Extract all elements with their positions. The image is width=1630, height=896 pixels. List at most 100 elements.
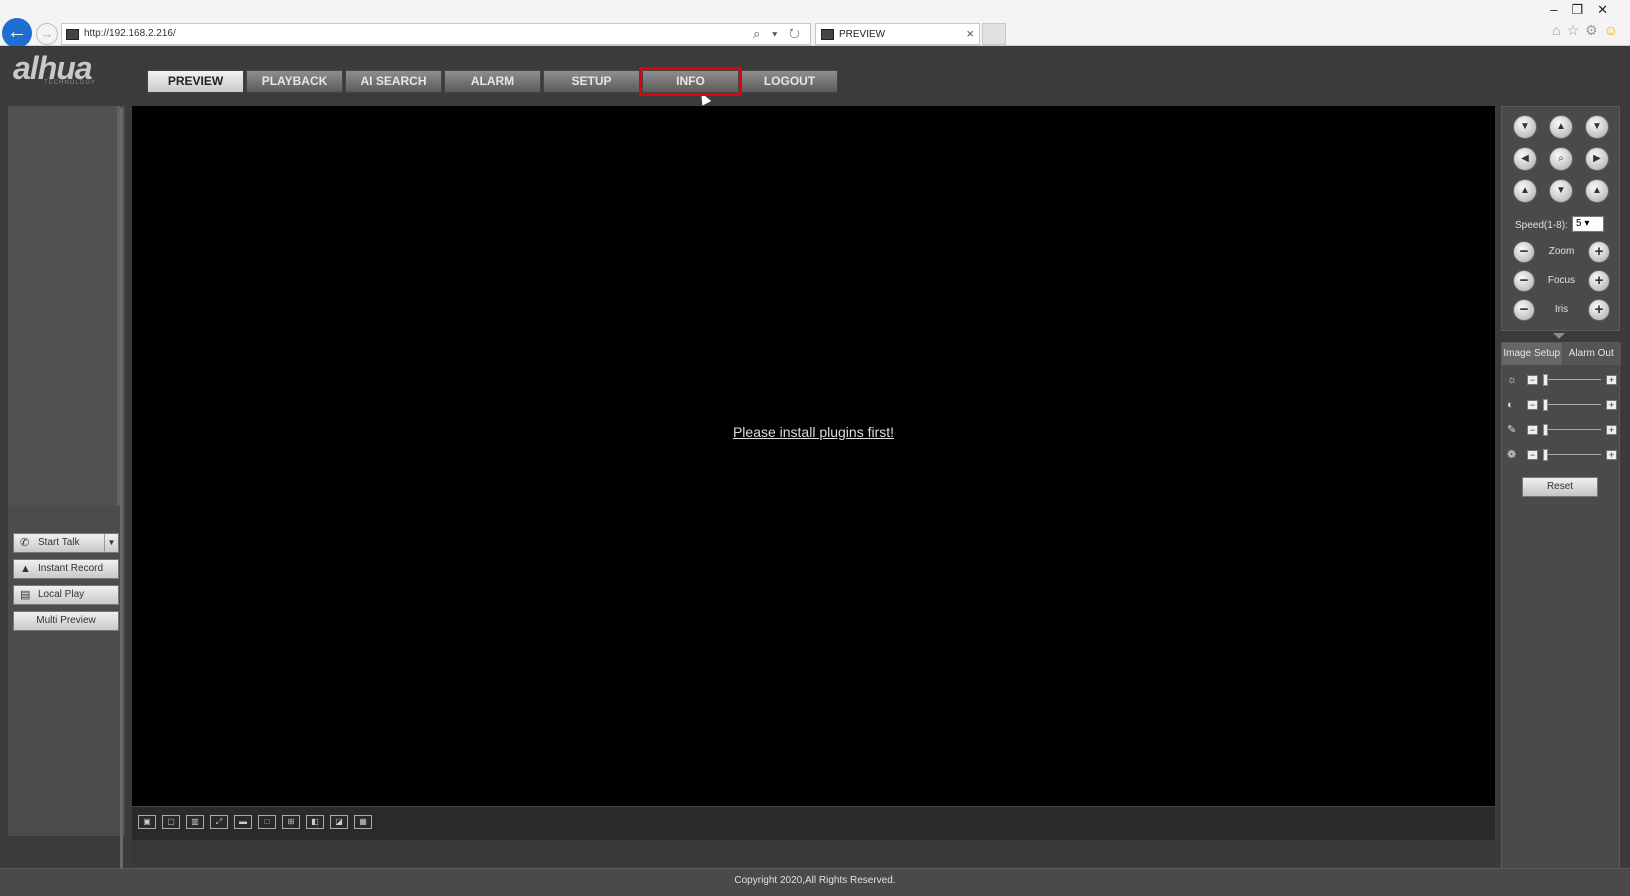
feedback-smiley-icon[interactable]: ☺ (1604, 22, 1624, 38)
saturation-increase-button[interactable]: + (1606, 425, 1617, 435)
tab-close-icon[interactable]: × (966, 26, 974, 41)
tab-alarm[interactable]: ALARM (444, 70, 541, 93)
dahua-web-app: alhua TECHNOLOGY PREVIEW PLAYBACK AI SEA… (0, 46, 1630, 896)
back-button[interactable]: ← (2, 18, 32, 48)
contrast-track[interactable] (1543, 404, 1601, 405)
multi-preview-button[interactable]: Multi Preview (13, 611, 119, 631)
address-url: http://192.168.2.216/ (84, 28, 176, 39)
multi-column-icon[interactable]: ▦ (354, 815, 372, 829)
channel-list (8, 106, 120, 506)
contrast-decrease-button[interactable]: − (1527, 400, 1538, 410)
tab-preview[interactable]: PREVIEW (147, 70, 244, 93)
local-play-button[interactable]: ▤ Local Play (13, 585, 119, 605)
address-controls[interactable]: ⌕ ▾ ↻ (753, 26, 804, 42)
original-size-icon[interactable]: ▣ (138, 815, 156, 829)
ptz-down-right-icon[interactable]: ▲ (1585, 179, 1609, 203)
saturation-track[interactable] (1543, 429, 1601, 430)
focus-far-button[interactable]: + (1588, 270, 1610, 292)
ptz-up-right-icon[interactable]: ▼ (1585, 115, 1609, 139)
iris-close-button[interactable]: − (1513, 299, 1535, 321)
brightness-decrease-button[interactable]: − (1527, 375, 1538, 385)
left-panel: ✆ Start Talk ▼ ▲ Instant Record ▤ Local … (8, 106, 125, 836)
ptz-down-icon[interactable]: ▼ (1549, 179, 1573, 203)
panel-splitter[interactable] (120, 108, 123, 896)
iris-open-button[interactable]: + (1588, 299, 1610, 321)
hue-decrease-button[interactable]: − (1527, 450, 1538, 460)
ptz-3d-zoom-icon[interactable]: ⌕ (1549, 147, 1573, 171)
tab-playback[interactable]: PLAYBACK (246, 70, 343, 93)
start-talk-dropdown-icon[interactable]: ▼ (104, 534, 118, 552)
pip-view-icon[interactable]: ◪ (330, 815, 348, 829)
speed-select[interactable]: 5 ▾ (1572, 216, 1604, 232)
tab-alarm-out[interactable]: Alarm Out (1561, 343, 1621, 365)
reset-button[interactable]: Reset (1522, 477, 1598, 497)
zoom-label: Zoom (1548, 246, 1575, 257)
back-arrow-icon: ← (7, 21, 27, 43)
hue-track[interactable] (1543, 454, 1601, 455)
footer: Copyright 2020,All Rights Reserved. (0, 868, 1630, 896)
instant-record-label: Instant Record (38, 563, 104, 574)
saturation-decrease-button[interactable]: − (1527, 425, 1538, 435)
brightness-increase-button[interactable]: + (1606, 375, 1617, 385)
speed-value: 5 (1576, 218, 1582, 229)
saturation-knob[interactable] (1543, 424, 1548, 436)
film-icon: ▤ (20, 589, 31, 601)
layout-icons: ▣ ▢ ▥ ⤢ ▬ □ ⊞ ◧ ◪ ▦ (138, 815, 378, 829)
ptz-up-icon[interactable]: ▲ (1549, 115, 1573, 139)
tab-image-setup[interactable]: Image Setup (1502, 343, 1562, 365)
hue-knob[interactable] (1543, 449, 1548, 461)
tab-logout[interactable]: LOGOUT (741, 70, 838, 93)
zoom-row: − Zoom + (1513, 241, 1610, 263)
tab-setup[interactable]: SETUP (543, 70, 640, 93)
phone-icon: ✆ (20, 537, 30, 549)
video-status-bar (132, 840, 1495, 866)
zoom-out-button[interactable]: − (1513, 241, 1535, 263)
favorites-star-icon[interactable]: ☆ (1567, 22, 1586, 38)
hue-palette-icon: ❁ (1507, 449, 1517, 461)
main-nav: PREVIEW PLAYBACK AI SEARCH ALARM SETUP I… (147, 67, 840, 96)
hue-increase-button[interactable]: + (1606, 450, 1617, 460)
ptz-collapse-icon[interactable] (1553, 333, 1565, 339)
address-bar[interactable]: http://192.168.2.216/ ⌕ ▾ ↻ (61, 23, 811, 45)
new-tab-button[interactable] (982, 23, 1006, 45)
fit-window-icon[interactable]: ▢ (162, 815, 180, 829)
brightness-slider: ☼ − + (1507, 373, 1617, 387)
instant-record-button[interactable]: ▲ Instant Record (13, 559, 119, 579)
ptz-right-icon[interactable]: ▶ (1585, 147, 1609, 171)
tab-ai-search[interactable]: AI SEARCH (345, 70, 442, 93)
image-tabs: Image Setup Alarm Out (1502, 343, 1621, 365)
zoom-in-button[interactable]: + (1588, 241, 1610, 263)
forward-button[interactable]: → (36, 23, 58, 45)
contrast-increase-button[interactable]: + (1606, 400, 1617, 410)
home-icon[interactable]: ⌂ (1552, 22, 1566, 38)
speed-label: Speed(1-8): (1515, 220, 1568, 231)
tab-info[interactable]: INFO (639, 67, 742, 96)
start-talk-label: Start Talk (38, 537, 80, 548)
contrast-knob[interactable] (1543, 399, 1548, 411)
iris-label: Iris (1554, 304, 1569, 315)
split-view-icon[interactable]: ◧ (306, 815, 324, 829)
tab-title: PREVIEW (839, 29, 886, 40)
ptz-down-left-icon[interactable]: ▲ (1513, 179, 1537, 203)
focus-row: − Focus + (1513, 270, 1610, 292)
fullscreen-icon[interactable]: ⤢ (210, 815, 228, 829)
single-view-icon[interactable]: □ (258, 815, 276, 829)
wide-layout-icon[interactable]: ▬ (234, 815, 252, 829)
settings-gear-icon[interactable]: ⚙ (1585, 22, 1604, 38)
ptz-left-icon[interactable]: ◀ (1513, 147, 1537, 171)
window-controls[interactable]: –❐✕ (1550, 2, 1622, 18)
ptz-panel: ▼ ▲ ▼ ◀ ⌕ ▶ ▲ ▼ ▲ Speed(1-8): 5 ▾ − Zoom… (1501, 106, 1620, 331)
quad-view-icon[interactable]: ⊞ (282, 815, 300, 829)
ptz-up-left-icon[interactable]: ▼ (1513, 115, 1537, 139)
tab-favicon-icon (821, 29, 834, 40)
multi-preview-label: Multi Preview (36, 615, 96, 626)
brightness-knob[interactable] (1543, 374, 1548, 386)
brightness-track[interactable] (1543, 379, 1601, 380)
scale-icon[interactable]: ▥ (186, 815, 204, 829)
focus-near-button[interactable]: − (1513, 270, 1535, 292)
contrast-slider: ◐ − + (1507, 398, 1617, 412)
start-talk-button[interactable]: ✆ Start Talk ▼ (13, 533, 119, 553)
install-plugins-link[interactable]: Please install plugins first! (132, 424, 1495, 440)
browser-tab-preview[interactable]: PREVIEW × (815, 23, 980, 45)
video-area: Please install plugins first! (132, 106, 1495, 806)
